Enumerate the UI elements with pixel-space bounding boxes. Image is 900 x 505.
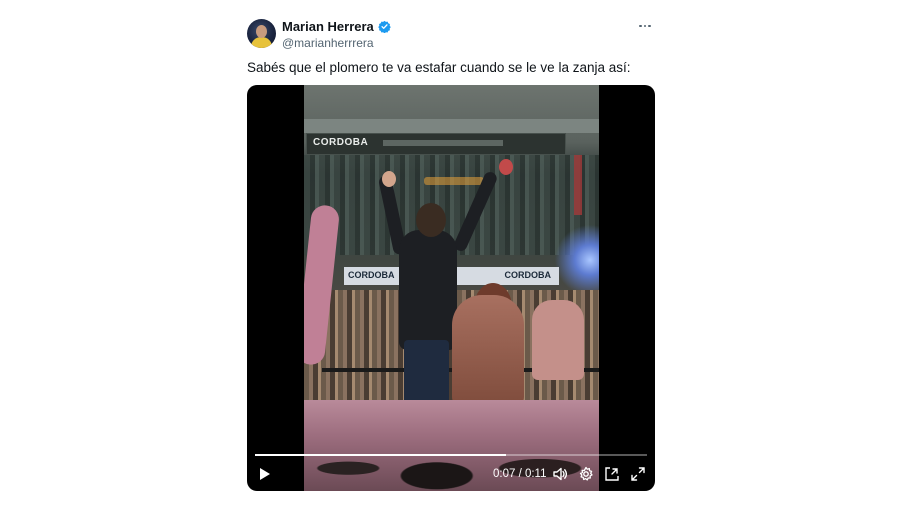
video-time: 0:07 / 0:11	[493, 468, 547, 480]
video-progress-fill	[255, 454, 506, 456]
tweet-text: Sabés que el plomero te va estafar cuand…	[247, 60, 631, 75]
video-progress-bar[interactable]	[255, 454, 647, 456]
arena-banner-left-label: CORDOBA	[348, 270, 395, 280]
fullscreen-icon[interactable]	[629, 465, 647, 483]
author-name[interactable]: Marian Herrera	[282, 19, 374, 34]
arena-banner-right-label: CORDOBA	[504, 270, 552, 280]
video-player[interactable]: CORDOBA CORDOBA CORDOBA 0:07 / 0:11	[247, 85, 655, 491]
avatar[interactable]	[247, 19, 276, 48]
author-row: Marian Herrera	[282, 19, 391, 34]
volume-icon[interactable]	[551, 465, 569, 483]
play-icon[interactable]	[255, 464, 275, 484]
more-horizontal-icon[interactable]	[635, 19, 655, 33]
video-controls: 0:07 / 0:11	[247, 457, 655, 491]
stadium-banner: CORDOBA	[306, 133, 566, 155]
verified-badge-icon	[377, 20, 391, 33]
video-frame[interactable]: CORDOBA CORDOBA CORDOBA	[304, 85, 599, 491]
picture-in-picture-icon[interactable]	[603, 465, 621, 483]
stadium-banner-label: CORDOBA	[313, 137, 369, 148]
gear-icon[interactable]	[577, 465, 595, 483]
author-handle[interactable]: @marianherrrera	[282, 36, 374, 50]
